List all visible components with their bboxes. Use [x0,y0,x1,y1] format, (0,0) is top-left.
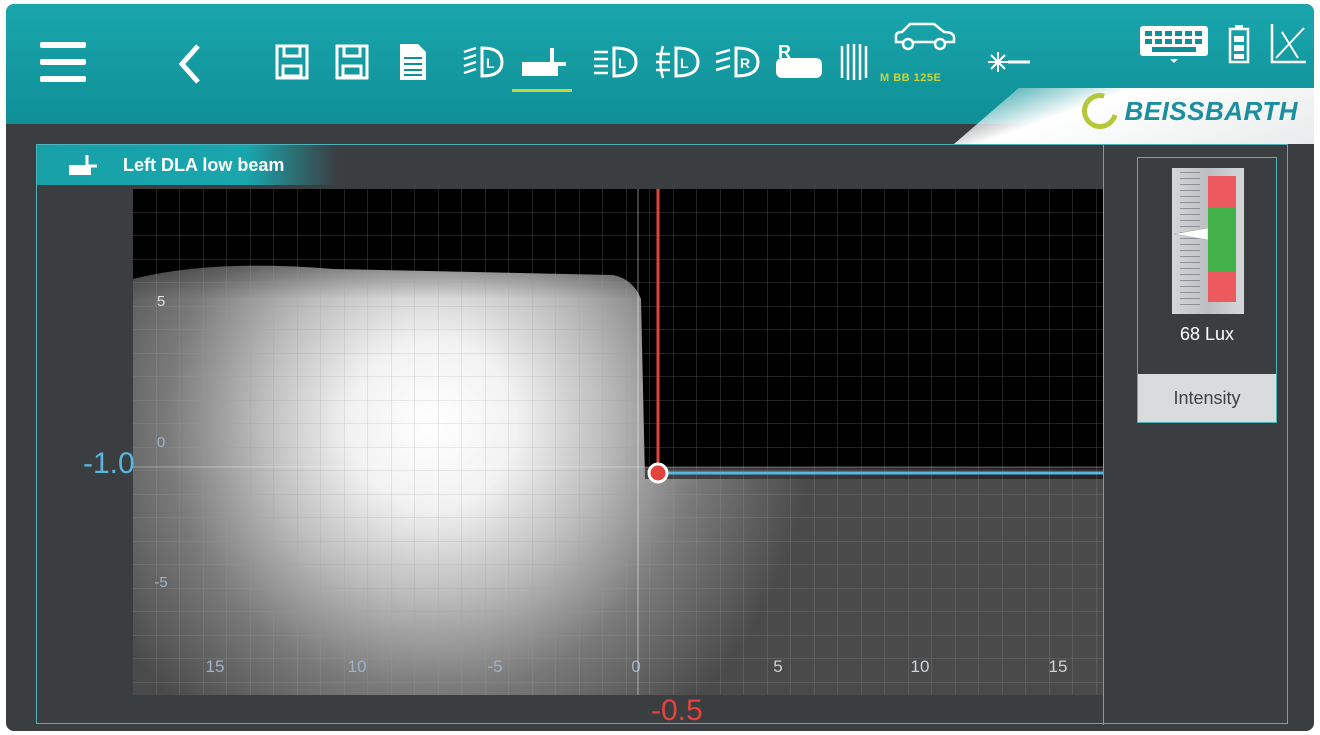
intensity-meter [1172,168,1244,314]
side-divider [1103,145,1104,725]
save-as-icon[interactable] [334,40,372,84]
battery-icon [1228,24,1250,64]
document-icon[interactable] [394,40,432,84]
low-beam-left-icon [69,155,97,175]
headlight-panel: Left DLA low beam 15 10 -5 0 5 10 15 5 0… [36,144,1288,727]
car-icon[interactable] [892,18,958,52]
intensity-button[interactable]: Intensity [1138,374,1276,422]
active-tab-indicator [512,89,572,92]
x-tick-label: 10 [348,657,367,676]
brand-logo: BEISSBARTH [1075,86,1298,136]
fog-light-icon[interactable]: L [654,40,702,84]
save-icon[interactable] [274,40,312,84]
meter-needle [1174,227,1208,241]
back-arrow-icon[interactable] [174,42,206,86]
menu-icon[interactable] [40,42,86,82]
x-tick-label: 0 [631,657,640,676]
app-window: L L L R R M BB 125E BEISSBARTH Left DLA … [6,4,1314,731]
fog-rear-icon[interactable]: R [714,40,762,84]
panel-title: Left DLA low beam [123,154,285,175]
cutoff-point-marker[interactable] [647,462,669,484]
svg-text:L: L [486,55,495,71]
y-tick-label: 0 [157,434,165,451]
brand-name: BEISSBARTH [1124,95,1298,126]
svg-text:R: R [740,55,750,71]
low-beam-left-icon[interactable] [518,40,570,84]
svg-text:L: L [680,55,689,71]
meter-low-zone [1208,272,1236,302]
low-beam-icon[interactable]: L [462,40,506,84]
y-tick-label: 5 [157,293,165,310]
x-tick-label: 5 [773,657,782,676]
x-tick-label: 15 [206,657,225,676]
high-beam-icon[interactable]: L [592,40,640,84]
beam-pattern-view: 15 10 -5 0 5 10 15 5 0 -5 [133,189,1103,695]
svg-text:L: L [618,55,627,71]
laser-icon[interactable] [982,40,1032,84]
right-hand-traffic-icon[interactable]: R [772,40,828,84]
vertical-offset-value: -1.0 [83,447,135,480]
horizontal-offset-value: -0.5 [651,694,703,727]
x-tick-label: 15 [1049,657,1068,676]
panel-tab-header: Left DLA low beam [37,145,337,185]
brand-mark-icon [1075,86,1126,136]
meter-scale [1180,172,1200,310]
y-tick-label: -5 [154,574,167,591]
meter-ok-zone [1208,208,1236,272]
keyboard-icon[interactable] [1138,24,1210,64]
x-tick-label: 10 [911,657,930,676]
car-plate-label: M BB 125E [880,72,942,84]
meter-high-zone [1208,176,1236,208]
chart-icon[interactable] [1268,22,1308,66]
top-toolbar: L L L R R M BB 125E BEISSBARTH [6,4,1314,144]
x-tick-label: -5 [487,657,502,676]
lux-readout: 68 Lux [1179,324,1235,344]
svg-text:R: R [778,42,791,62]
intensity-widget: 68 Lux Intensity [1137,157,1277,423]
lamp-array-icon[interactable] [838,40,868,84]
